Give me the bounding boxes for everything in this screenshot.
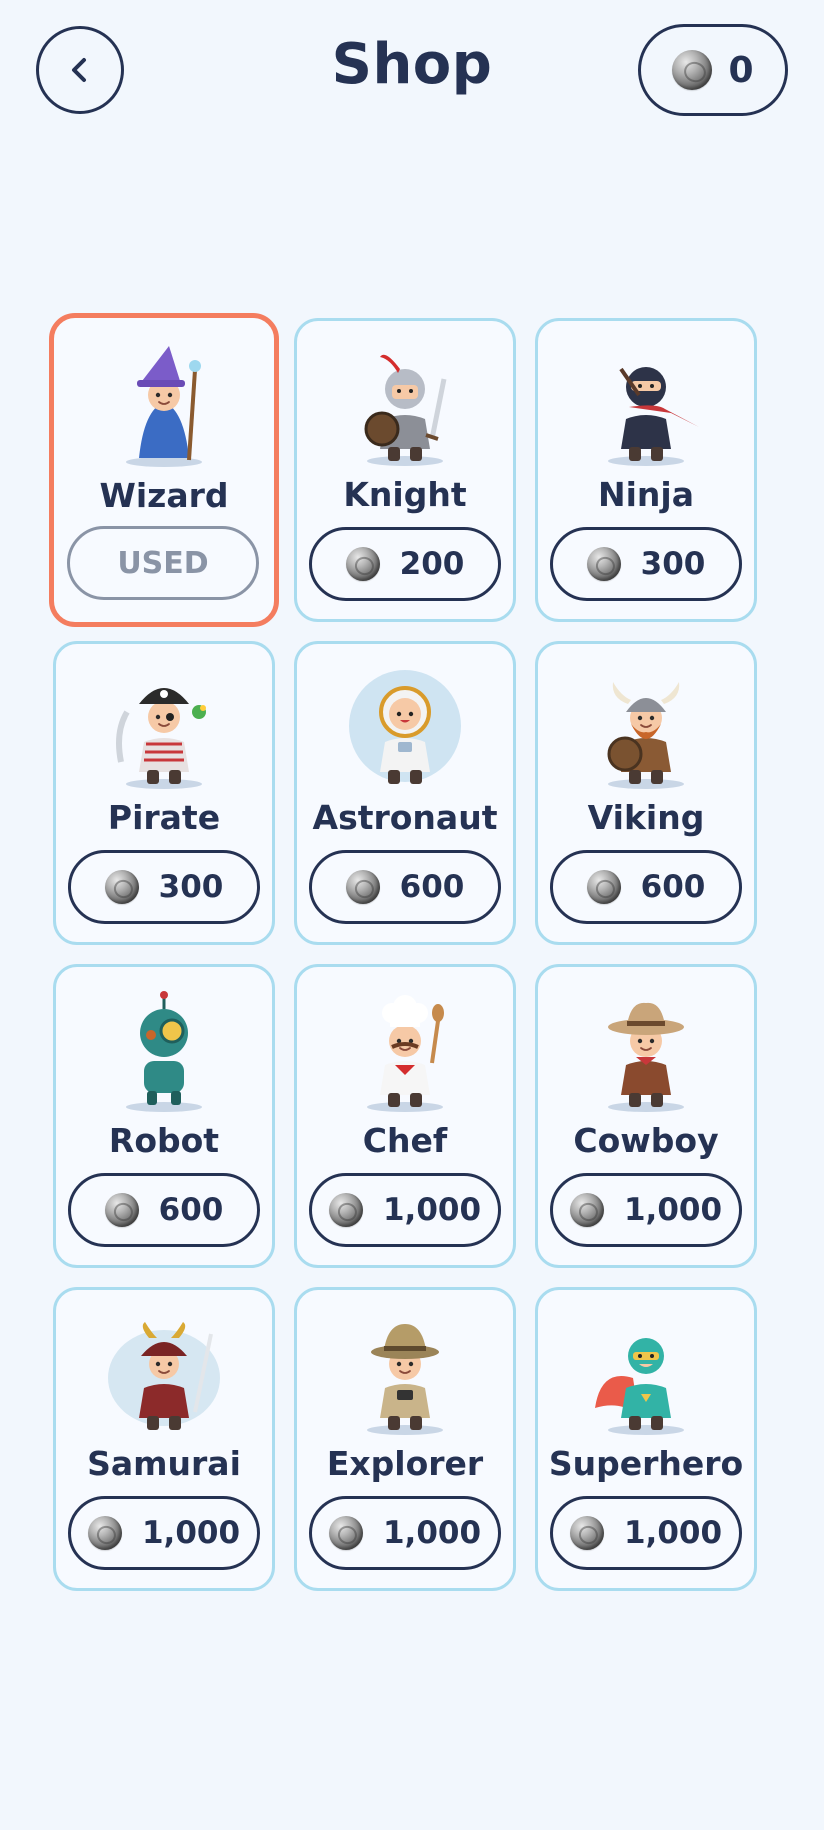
price-label: 600 [158, 1192, 224, 1228]
shop-item-astronaut[interactable]: Astronaut 600 [294, 641, 516, 945]
coin-icon [569, 1516, 604, 1550]
coin-icon [345, 870, 380, 904]
coin-icon [328, 1516, 363, 1550]
buy-button[interactable]: 1,000 [550, 1173, 742, 1247]
cowboy-avatar-icon [581, 985, 711, 1115]
price-label: 600 [640, 869, 706, 905]
shop-item-ninja[interactable]: Ninja 300 [535, 318, 757, 622]
used-label: USED [117, 545, 209, 581]
item-name: Astronaut [312, 798, 498, 837]
coin-icon [104, 870, 139, 904]
buy-button[interactable]: 1,000 [68, 1496, 260, 1570]
astronaut-avatar-icon [340, 662, 470, 792]
price-label: 300 [158, 869, 224, 905]
shop-item-robot[interactable]: Robot 600 [53, 964, 275, 1268]
coin-icon [87, 1516, 122, 1550]
item-name: Cowboy [573, 1121, 719, 1160]
coin-icon [569, 1193, 604, 1227]
coin-icon [104, 1193, 139, 1227]
price-label: 1,000 [382, 1515, 482, 1551]
item-name: Wizard [99, 476, 229, 515]
shop-item-knight[interactable]: Knight 200 [294, 318, 516, 622]
coin-balance-value: 0 [728, 49, 754, 91]
shop-item-viking[interactable]: Viking 600 [535, 641, 757, 945]
coin-balance: 0 [638, 24, 788, 116]
shop-item-samurai[interactable]: Samurai 1,000 [53, 1287, 275, 1591]
buy-button[interactable]: 600 [309, 850, 501, 924]
wizard-avatar-icon [99, 340, 229, 470]
coin-icon [672, 50, 713, 90]
coin-icon [345, 547, 380, 581]
header: Shop 0 [0, 0, 824, 150]
item-name: Superhero [548, 1444, 744, 1483]
item-name: Chef [362, 1121, 448, 1160]
item-name: Pirate [107, 798, 221, 837]
buy-button[interactable]: 1,000 [309, 1496, 501, 1570]
buy-button[interactable]: 200 [309, 527, 501, 601]
item-name: Knight [343, 475, 467, 514]
item-name: Samurai [87, 1444, 241, 1483]
buy-button[interactable]: 600 [68, 1173, 260, 1247]
item-name: Ninja [597, 475, 694, 514]
buy-button[interactable]: 1,000 [550, 1496, 742, 1570]
shop-item-explorer[interactable]: Explorer 1,000 [294, 1287, 516, 1591]
item-name: Robot [108, 1121, 220, 1160]
buy-button[interactable]: 1,000 [309, 1173, 501, 1247]
buy-button[interactable]: 300 [68, 850, 260, 924]
robot-avatar-icon [99, 985, 229, 1115]
price-label: 200 [399, 546, 465, 582]
superhero-avatar-icon [581, 1308, 711, 1438]
item-name: Viking [587, 798, 705, 837]
knight-avatar-icon [340, 339, 470, 469]
item-name: Explorer [326, 1444, 484, 1483]
price-label: 600 [399, 869, 465, 905]
price-label: 1,000 [141, 1515, 241, 1551]
coin-icon [586, 547, 621, 581]
ninja-avatar-icon [581, 339, 711, 469]
coin-icon [328, 1193, 363, 1227]
price-label: 300 [640, 546, 706, 582]
buy-button[interactable]: 300 [550, 527, 742, 601]
shop-item-pirate[interactable]: Pirate 300 [53, 641, 275, 945]
shop-item-wizard[interactable]: Wizard USED [49, 313, 279, 627]
explorer-avatar-icon [340, 1308, 470, 1438]
chef-avatar-icon [340, 985, 470, 1115]
price-label: 1,000 [623, 1515, 723, 1551]
buy-button[interactable]: 600 [550, 850, 742, 924]
pirate-avatar-icon [99, 662, 229, 792]
shop-grid: Wizard USED Knight 200 Ninja 300 Pirate … [49, 313, 757, 1591]
shop-item-cowboy[interactable]: Cowboy 1,000 [535, 964, 757, 1268]
coin-icon [586, 870, 621, 904]
samurai-avatar-icon [99, 1308, 229, 1438]
price-label: 1,000 [623, 1192, 723, 1228]
viking-avatar-icon [581, 662, 711, 792]
shop-item-chef[interactable]: Chef 1,000 [294, 964, 516, 1268]
used-button[interactable]: USED [67, 526, 259, 600]
price-label: 1,000 [382, 1192, 482, 1228]
shop-item-superhero[interactable]: Superhero 1,000 [535, 1287, 757, 1591]
